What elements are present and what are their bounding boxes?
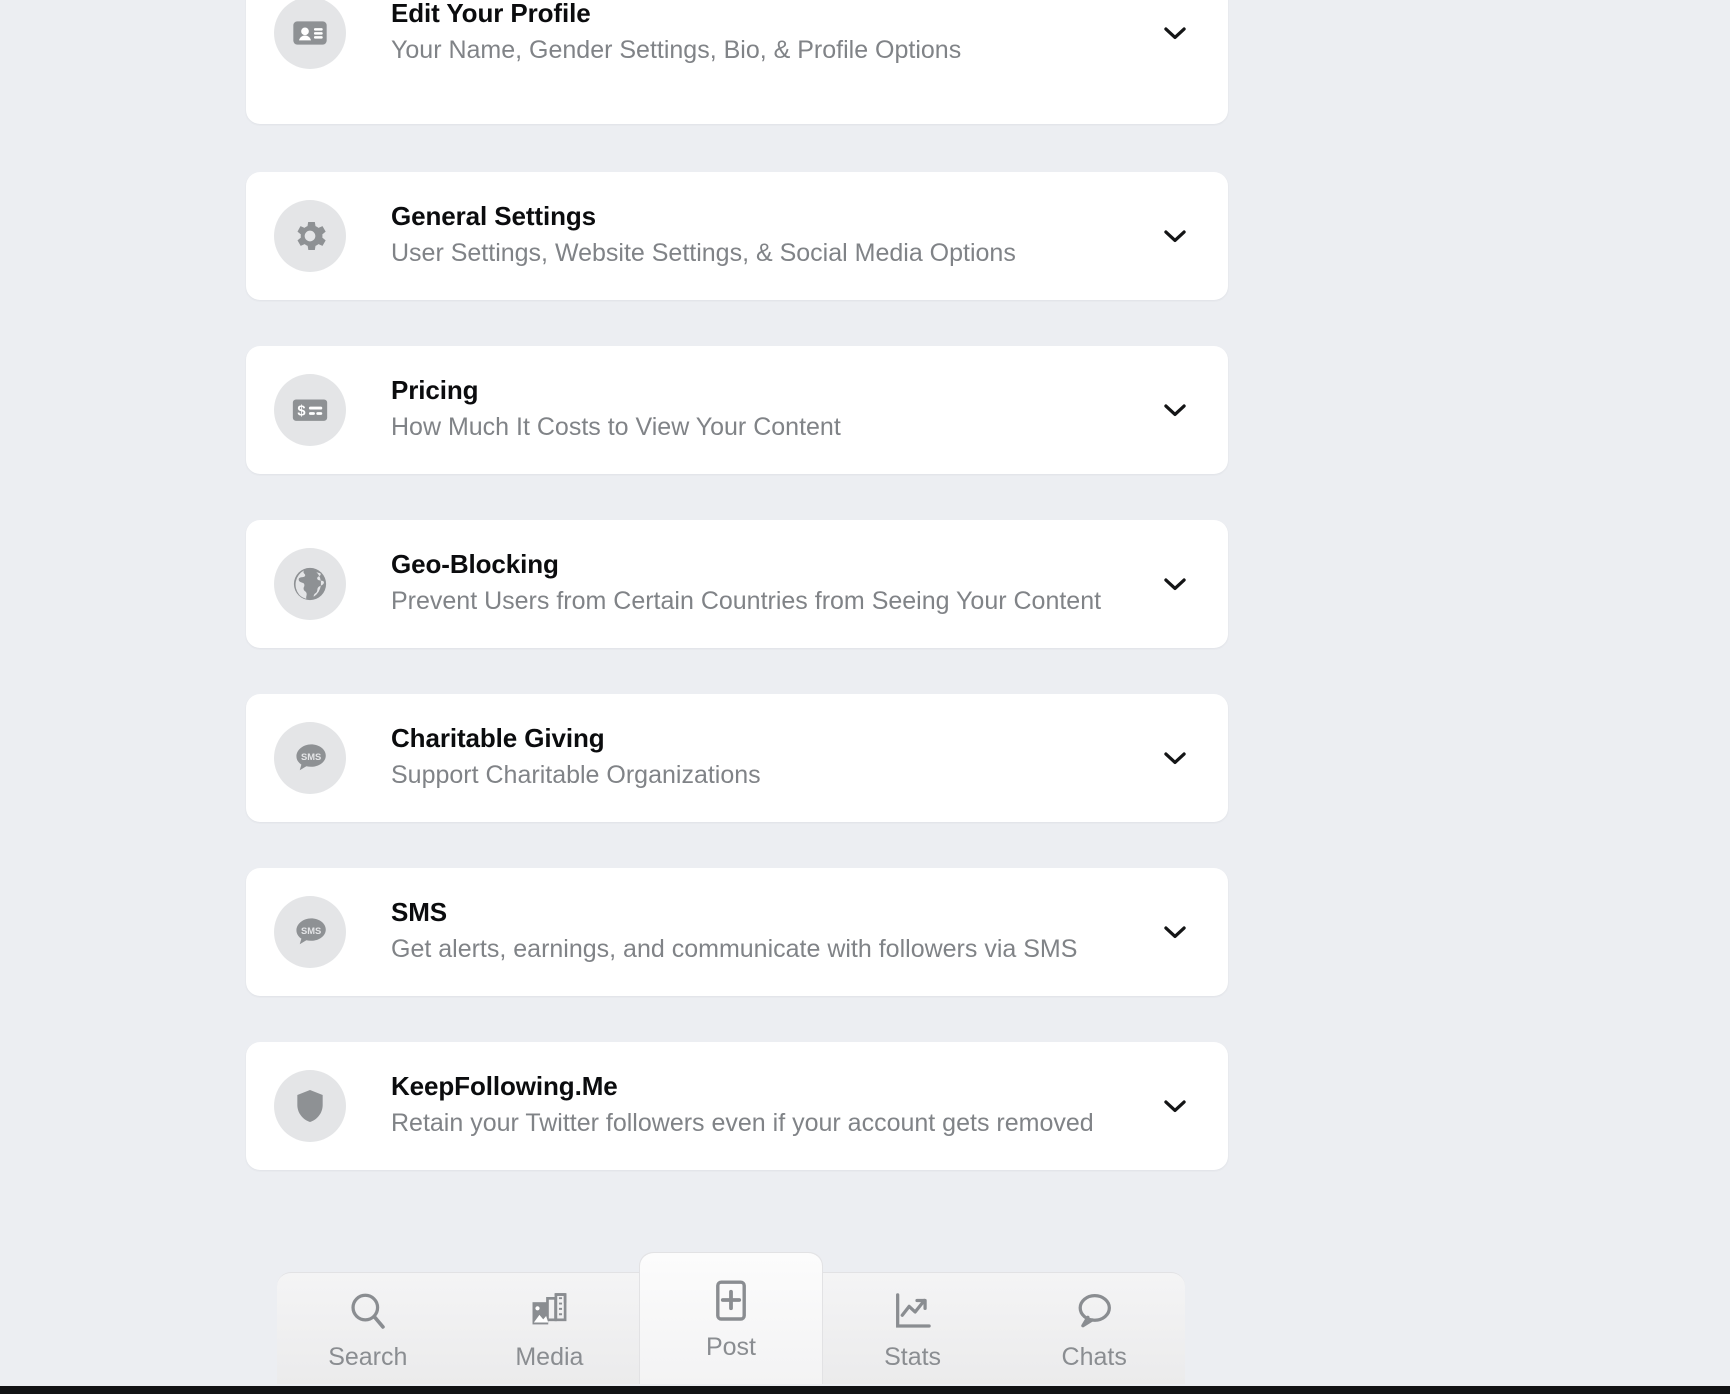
tab-chats[interactable]: Chats	[1003, 1272, 1185, 1384]
shield-icon	[274, 1070, 346, 1142]
settings-card[interactable]: KeepFollowing.Me Retain your Twitter fol…	[246, 1042, 1228, 1170]
tab-label: Search	[328, 1343, 408, 1371]
payment-card-icon: $	[274, 374, 346, 446]
tab-search[interactable]: Search	[277, 1272, 459, 1384]
tab-label: Chats	[1061, 1343, 1127, 1371]
tab-media[interactable]: Media	[458, 1272, 641, 1384]
settings-card[interactable]: $ Pricing How Much It Costs to View Your…	[246, 346, 1228, 474]
bottom-tab-bar: Search Media Post Stats Chats	[277, 1252, 1185, 1384]
settings-card-subtitle: Your Name, Gender Settings, Bio, & Profi…	[391, 36, 962, 65]
settings-card-text: SMS Get alerts, earnings, and communicat…	[346, 897, 1152, 968]
tab-label: Media	[515, 1343, 584, 1371]
settings-card-subtitle: Get alerts, earnings, and communicate wi…	[391, 935, 1078, 964]
chevron-down-icon[interactable]	[1152, 909, 1198, 955]
settings-card-text: Edit Your Profile Your Name, Gender Sett…	[346, 0, 1152, 68]
tab-stats[interactable]: Stats	[821, 1272, 1004, 1384]
settings-card[interactable]: General Settings User Settings, Website …	[246, 172, 1228, 300]
settings-card-text: Charitable Giving Support Charitable Org…	[346, 723, 1152, 794]
settings-card-subtitle: User Settings, Website Settings, & Socia…	[391, 239, 1016, 268]
search-icon	[345, 1287, 391, 1335]
tab-label: Post	[705, 1333, 756, 1361]
chevron-down-icon[interactable]	[1152, 387, 1198, 433]
chevron-down-icon[interactable]	[1152, 735, 1198, 781]
sms-bubble-icon: SMS	[274, 722, 346, 794]
post-plus-icon	[707, 1277, 755, 1325]
settings-card-title: SMS	[391, 896, 448, 927]
settings-card[interactable]: SMS SMS Get alerts, earnings, and commun…	[246, 868, 1228, 996]
settings-card-text: Geo-Blocking Prevent Users from Certain …	[346, 549, 1152, 620]
svg-text:SMS: SMS	[301, 752, 321, 762]
settings-card[interactable]: SMS Charitable Giving Support Charitable…	[246, 694, 1228, 822]
settings-list: Edit Your Profile Your Name, Gender Sett…	[0, 0, 1730, 1394]
media-icon	[526, 1287, 572, 1335]
chevron-down-icon[interactable]	[1152, 10, 1198, 56]
tab-post[interactable]: Post	[640, 1252, 822, 1384]
stats-icon	[890, 1287, 936, 1335]
home-indicator-bar	[0, 1386, 1730, 1394]
settings-card-title: General Settings	[391, 200, 597, 231]
settings-card-text: Pricing How Much It Costs to View Your C…	[346, 375, 1152, 446]
settings-card-title: Pricing	[391, 374, 479, 405]
svg-text:SMS: SMS	[301, 926, 321, 936]
chevron-down-icon[interactable]	[1152, 213, 1198, 259]
settings-card-title: Geo-Blocking	[391, 548, 559, 579]
settings-card-subtitle: Prevent Users from Certain Countries fro…	[391, 587, 1102, 616]
settings-card-title: Charitable Giving	[391, 722, 605, 753]
svg-text:$: $	[297, 403, 305, 419]
settings-card[interactable]: Edit Your Profile Your Name, Gender Sett…	[246, 0, 1228, 124]
settings-card-subtitle: Retain your Twitter followers even if yo…	[391, 1109, 1094, 1138]
gear-icon	[274, 200, 346, 272]
chevron-down-icon[interactable]	[1152, 1083, 1198, 1129]
settings-card[interactable]: Geo-Blocking Prevent Users from Certain …	[246, 520, 1228, 648]
settings-card-text: General Settings User Settings, Website …	[346, 201, 1152, 272]
tab-label: Stats	[884, 1343, 942, 1371]
settings-card-text: KeepFollowing.Me Retain your Twitter fol…	[346, 1071, 1152, 1142]
settings-card-subtitle: How Much It Costs to View Your Content	[391, 413, 841, 442]
settings-card-title: KeepFollowing.Me	[391, 1070, 618, 1101]
settings-card-title: Edit Your Profile	[391, 0, 591, 28]
globe-icon	[274, 548, 346, 620]
id-card-icon	[274, 0, 346, 69]
chevron-down-icon[interactable]	[1152, 561, 1198, 607]
chat-bubble-icon	[1071, 1287, 1117, 1335]
sms-bubble-icon: SMS	[274, 896, 346, 968]
settings-card-subtitle: Support Charitable Organizations	[391, 761, 761, 790]
